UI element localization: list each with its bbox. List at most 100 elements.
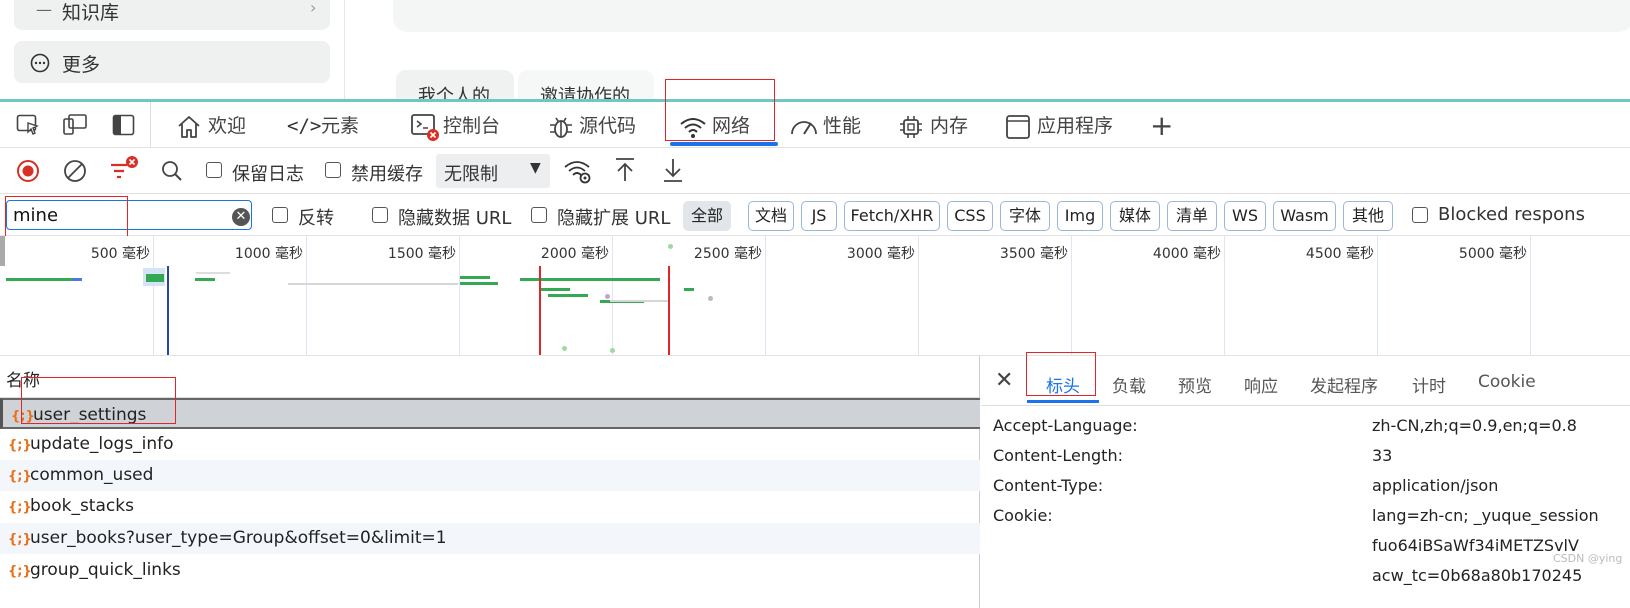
type-filter-all[interactable]: 全部	[683, 201, 731, 231]
code-icon: </>	[287, 115, 322, 137]
disable-cache-checkbox[interactable]	[325, 162, 341, 178]
type-filter-other[interactable]: 其他	[1343, 201, 1393, 231]
header-value: lang=zh-cn; _yuque_session	[1372, 506, 1599, 525]
tab-elements[interactable]: </>元素	[287, 110, 359, 142]
clear-filter-icon[interactable]: ✕	[232, 208, 250, 226]
type-filter-doc[interactable]: 文档	[748, 201, 794, 231]
tick-label: 1500 毫秒	[387, 246, 456, 262]
header-name: Content-Length:	[993, 446, 1123, 465]
tab-label: 应用程序	[1037, 115, 1114, 137]
dock-icon[interactable]	[112, 114, 136, 136]
tick-line	[306, 236, 307, 355]
device-toggle-icon[interactable]	[62, 113, 88, 137]
filter-icon[interactable]	[108, 154, 140, 184]
tick-label: 4500 毫秒	[1305, 246, 1374, 262]
tab-application[interactable]: 应用程序	[1005, 110, 1113, 142]
add-tab-icon[interactable]: +	[1150, 110, 1173, 142]
sidebar-item-knowledge[interactable]: — 知识库 ›	[14, 0, 330, 30]
throttle-select[interactable]: 无限制 ▼	[436, 154, 550, 188]
chip-icon	[900, 115, 922, 138]
header-value: 33	[1372, 446, 1393, 465]
export-har-icon[interactable]	[661, 156, 685, 184]
tab-memory[interactable]: 内存	[897, 110, 968, 142]
search-icon[interactable]	[160, 159, 184, 183]
request-row[interactable]: {;}group_quick_links	[0, 555, 980, 586]
type-filter-media[interactable]: 媒体	[1110, 201, 1160, 231]
tick-label: 5000 毫秒	[1458, 246, 1527, 262]
sidebar-item-label: 更多	[62, 54, 101, 76]
tick-line	[1377, 236, 1378, 355]
tab-response[interactable]: 响应	[1244, 372, 1278, 397]
tick-label: 3000 毫秒	[846, 246, 915, 262]
tab-cookie[interactable]: Cookie	[1478, 372, 1536, 392]
record-icon[interactable]	[16, 159, 40, 183]
type-filter-wasm[interactable]: Wasm	[1273, 201, 1336, 231]
type-filter-manifest[interactable]: 清单	[1167, 201, 1217, 231]
gauge-icon	[791, 120, 817, 135]
blocked-responses-checkbox[interactable]	[1412, 207, 1428, 223]
tick-label: 2500 毫秒	[693, 246, 762, 262]
network-toolbar: 保留日志 禁用缓存 无限制 ▼	[0, 148, 1630, 194]
tick-line	[459, 236, 460, 355]
chevron-right-icon: ›	[310, 0, 317, 17]
timeline-bar	[548, 294, 588, 297]
tab-preview[interactable]: 预览	[1178, 372, 1212, 397]
tab-console[interactable]: 控制台	[410, 110, 500, 142]
request-row[interactable]: {;}user_books?user_type=Group&offset=0&l…	[0, 523, 980, 554]
timeline-overview[interactable]: 500 毫秒 1000 毫秒 1500 毫秒 2000 毫秒 2500 毫秒 3…	[0, 236, 1630, 356]
close-icon[interactable]: ✕	[995, 368, 1013, 393]
timeline-bar	[684, 288, 694, 291]
xhr-icon: {;}	[8, 532, 32, 547]
timeline-bar	[288, 283, 458, 285]
type-filter-font[interactable]: 字体	[1000, 201, 1050, 231]
tick-line	[1224, 236, 1225, 355]
tab-label: 控制台	[443, 115, 501, 137]
tab-label: 内存	[930, 115, 969, 137]
xhr-icon: {;}	[8, 564, 32, 579]
app-sidebar: — 知识库 › 更多	[0, 0, 345, 102]
import-har-icon[interactable]	[613, 156, 637, 184]
request-row[interactable]: {;}common_used	[0, 460, 980, 491]
hide-ext-urls-label: 隐藏扩展 URL	[557, 208, 671, 229]
request-name: user_books?user_type=Group&offset=0&limi…	[30, 528, 447, 548]
network-conditions-icon[interactable]	[563, 158, 593, 184]
load-event-line	[668, 266, 670, 355]
timeline-handle[interactable]	[0, 236, 5, 266]
more-icon	[30, 53, 50, 73]
tab-welcome[interactable]: 欢迎	[175, 110, 246, 142]
preserve-log-checkbox[interactable]	[206, 162, 222, 178]
request-row[interactable]: {;}book_stacks	[0, 491, 980, 522]
tab-timing[interactable]: 计时	[1412, 372, 1446, 397]
tab-performance[interactable]: 性能	[789, 110, 861, 142]
tick-label: 1000 毫秒	[234, 246, 303, 262]
tab-payload[interactable]: 负载	[1112, 372, 1146, 397]
knowledge-icon: —	[36, 0, 52, 19]
active-tab-indicator	[1027, 400, 1099, 403]
type-filter-ws[interactable]: WS	[1224, 201, 1266, 231]
hide-data-urls-checkbox[interactable]	[372, 207, 388, 223]
tab-initiator[interactable]: 发起程序	[1310, 372, 1378, 397]
type-filter-fetch[interactable]: Fetch/XHR	[844, 201, 940, 231]
tab-sources[interactable]: 源代码	[547, 110, 636, 142]
inspect-icon[interactable]	[16, 114, 40, 136]
devtools-tabbar: 欢迎 </>元素 控制台 源代码 网络 性能 内存 应用程序 +	[0, 102, 1630, 148]
clear-icon[interactable]	[63, 159, 87, 183]
type-filter-css[interactable]: CSS	[947, 201, 993, 231]
chevron-down-icon: ▼	[530, 160, 541, 176]
filter-bar: ✕ 反转 隐藏数据 URL 隐藏扩展 URL 全部 文档 JS Fetch/XH…	[0, 194, 1630, 236]
request-row[interactable]: {;}update_logs_info	[0, 429, 980, 460]
sidebar-item-more[interactable]: 更多	[14, 41, 330, 83]
divider	[150, 102, 151, 148]
timeline-bar	[146, 274, 164, 282]
type-filter-img[interactable]: Img	[1057, 201, 1103, 231]
type-filter-js[interactable]: JS	[801, 201, 837, 231]
timeline-dot	[605, 294, 610, 299]
invert-checkbox[interactable]	[272, 207, 288, 223]
tab-label: 元素	[321, 115, 360, 137]
header-value-continued: acw_tc=0b68a80b170245	[1372, 566, 1583, 585]
hide-data-urls-label: 隐藏数据 URL	[398, 208, 512, 229]
header-name: Content-Type:	[993, 476, 1104, 495]
tick-line	[918, 236, 919, 355]
timeline-bar	[460, 276, 490, 279]
hide-ext-urls-checkbox[interactable]	[531, 207, 547, 223]
